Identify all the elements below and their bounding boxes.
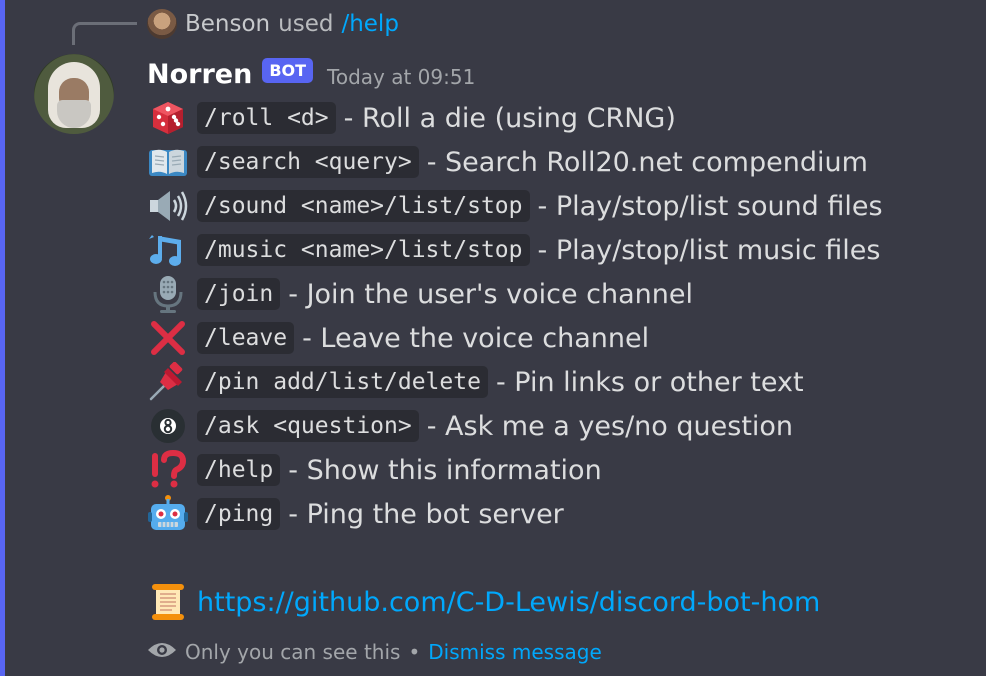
robot-icon	[147, 493, 189, 535]
command-code: /music <name>/list/stop	[197, 234, 530, 266]
ephemeral-message: Benson used /help Norren BOT Today at 09…	[0, 0, 986, 676]
command-line-help: /help - Show this information	[147, 448, 883, 492]
command-code: /help	[197, 454, 281, 486]
message-content: /roll <d> - Roll a die (using CRNG) /sea…	[147, 96, 883, 624]
github-link[interactable]: https://github.com/C-D-Lewis/discord-bot…	[197, 587, 820, 618]
avatar[interactable]	[34, 54, 114, 134]
pushpin-icon	[147, 361, 189, 403]
dismiss-message-link[interactable]: Dismiss message	[428, 640, 602, 664]
game-die-icon	[147, 97, 189, 139]
speaker-icon	[147, 185, 189, 227]
command-line-pin: /pin add/list/delete - Pin links or othe…	[147, 360, 883, 404]
8-ball-icon	[147, 405, 189, 447]
command-line-ask: /ask <question> - Ask me a yes/no questi…	[147, 404, 883, 448]
command-description: - Roll a die (using CRNG)	[343, 102, 676, 134]
command-description: - Show this information	[288, 454, 602, 486]
command-line-leave: /leave - Leave the voice channel	[147, 316, 883, 360]
command-code: /ask <question>	[197, 410, 419, 442]
message-header: Norren BOT Today at 09:51	[147, 56, 475, 92]
command-code: /ping	[197, 498, 281, 530]
command-description: - Pin links or other text	[495, 366, 804, 398]
command-code: /roll <d>	[197, 102, 336, 134]
exclamation-question-icon	[147, 449, 189, 491]
command-line-search: /search <query> - Search Roll20.net comp…	[147, 140, 883, 184]
eye-icon	[147, 640, 177, 665]
link-line: https://github.com/C-D-Lewis/discord-bot…	[147, 580, 883, 624]
command-line-sound: /sound <name>/list/stop - Play/stop/list…	[147, 184, 883, 228]
open-book-icon	[147, 141, 189, 183]
scroll-icon	[147, 581, 189, 623]
reply-connector	[72, 22, 137, 45]
command-description: - Play/stop/list sound files	[537, 190, 883, 222]
command-code: /sound <name>/list/stop	[197, 190, 530, 222]
command-description: - Ask me a yes/no question	[426, 410, 794, 442]
reply-avatar[interactable]	[147, 9, 177, 39]
bot-badge: BOT	[262, 57, 314, 83]
command-description: - Leave the voice channel	[302, 322, 650, 354]
footer-separator: •	[408, 640, 421, 664]
microphone-icon	[147, 273, 189, 315]
reply-username[interactable]: Benson	[185, 11, 270, 37]
music-notes-icon	[147, 229, 189, 271]
timestamp[interactable]: Today at 09:51	[327, 65, 475, 89]
author-name[interactable]: Norren	[147, 59, 252, 90]
command-code: /join	[197, 278, 281, 310]
reply-verb: used	[278, 11, 334, 37]
command-line-roll: /roll <d> - Roll a die (using CRNG)	[147, 96, 883, 140]
command-description: - Join the user's voice channel	[288, 278, 693, 310]
command-line-join: /join - Join the user's voice channel	[147, 272, 883, 316]
ephemeral-footer: Only you can see this • Dismiss message	[147, 636, 602, 668]
command-line-ping: /ping - Ping the bot server	[147, 492, 883, 536]
command-code: /leave	[197, 322, 295, 354]
reply-command[interactable]: /help	[341, 11, 398, 37]
visibility-notice: Only you can see this	[185, 640, 401, 664]
command-description: - Ping the bot server	[288, 498, 564, 530]
command-code: /search <query>	[197, 146, 419, 178]
highlight-bar	[0, 0, 5, 676]
command-description: - Search Roll20.net compendium	[426, 146, 868, 178]
command-description: - Play/stop/list music files	[537, 234, 881, 266]
command-line-music: /music <name>/list/stop - Play/stop/list…	[147, 228, 883, 272]
reply-context[interactable]: Benson used /help	[147, 8, 399, 40]
cross-mark-icon	[147, 317, 189, 359]
command-code: /pin add/list/delete	[197, 366, 488, 398]
